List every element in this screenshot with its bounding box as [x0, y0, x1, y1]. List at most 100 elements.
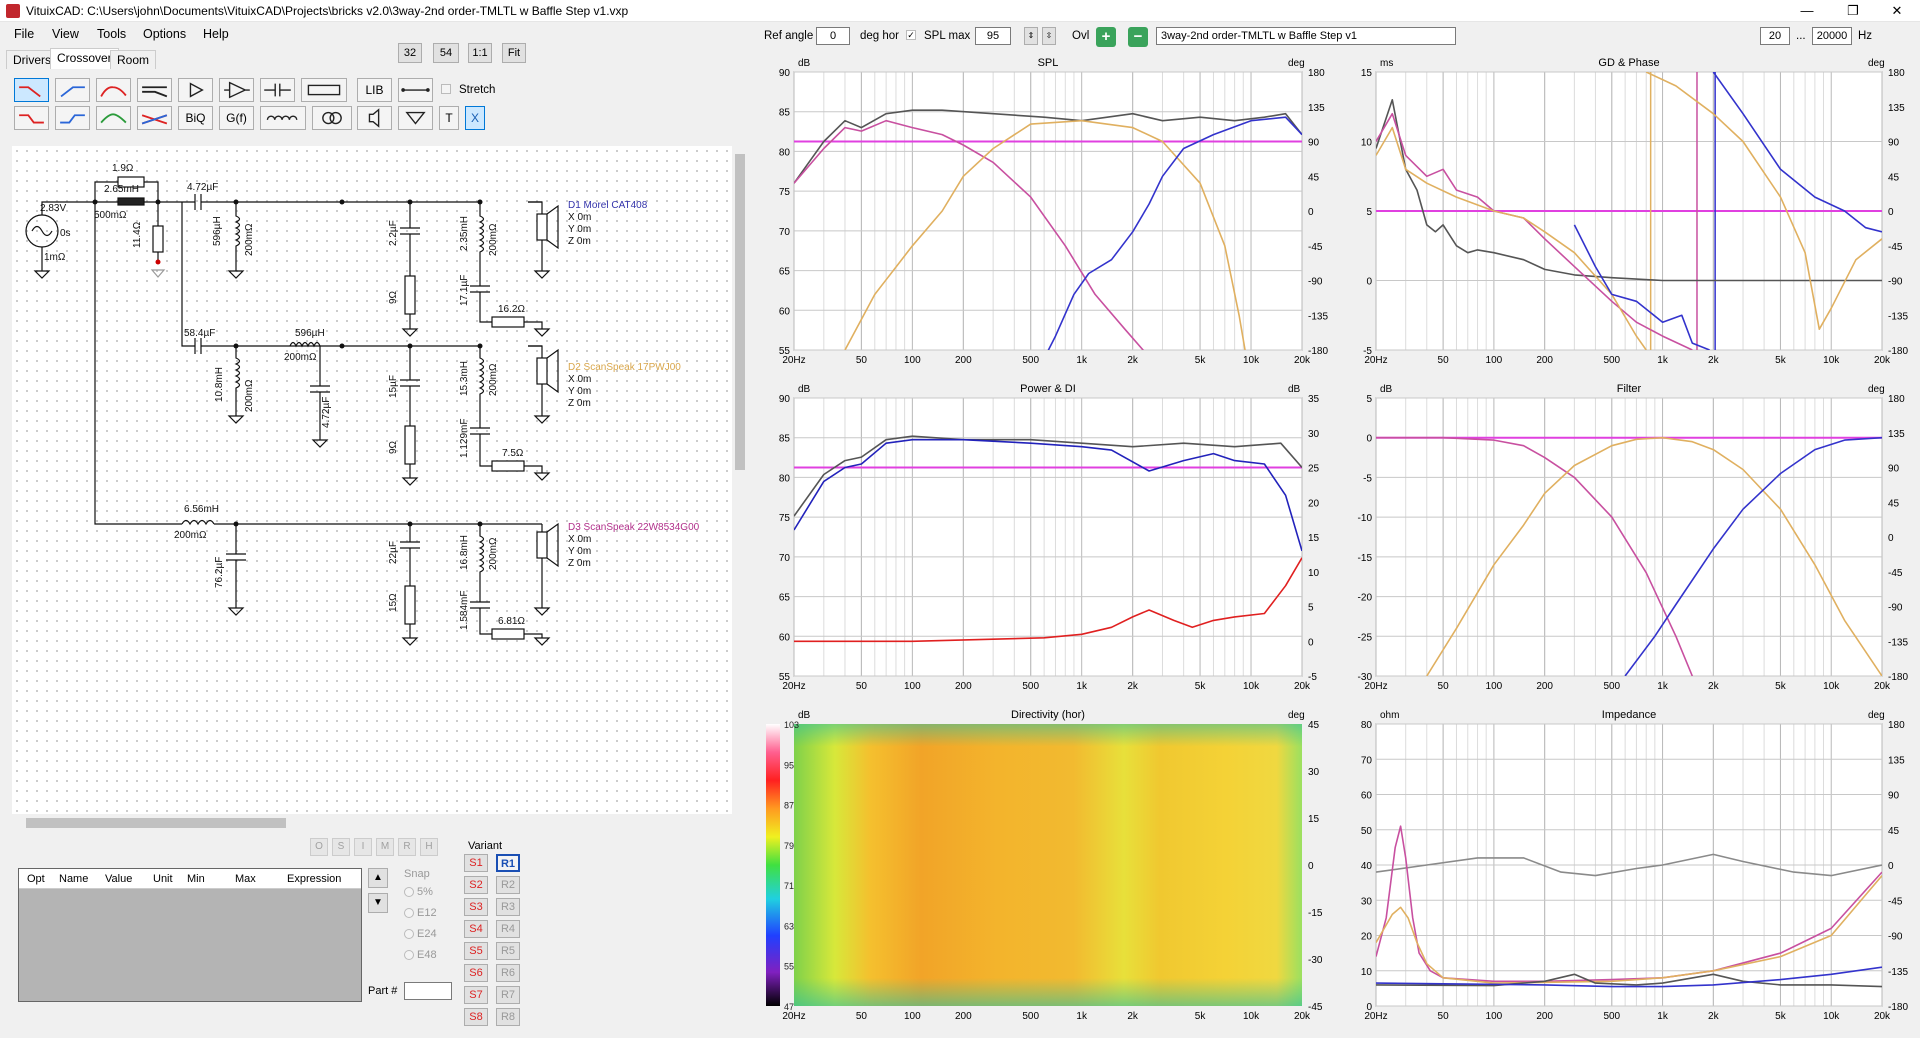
filter-chart[interactable]: Filter dB deg 5 0 -5 -10 -15 -20 -25 -30 180 135 90 45… [1342, 378, 1920, 700]
transformer-tool[interactable] [312, 106, 352, 130]
variant-s4[interactable]: S4 [464, 920, 488, 938]
variant-s8[interactable]: S8 [464, 1008, 488, 1026]
variant-r4[interactable]: R4 [496, 920, 520, 938]
snap-e48[interactable]: E48 [404, 949, 437, 961]
gd-phase-chart[interactable]: GD & Phase ms deg 15 10 5 0 -5 180 135 90 45 0 -45 -90… [1342, 52, 1920, 374]
power-di-chart[interactable]: Power & DI dB dB 90 85 80 75 70 65 60 55 35 30 25 20 15… [760, 378, 1340, 700]
ref-angle-input[interactable]: 0 [816, 27, 850, 45]
col-name[interactable]: Name [59, 873, 88, 885]
menu-options[interactable]: Options [143, 27, 186, 41]
zoom-fit-button[interactable]: Fit [502, 43, 526, 63]
spl-auto-button[interactable]: ⇳ [1042, 27, 1056, 45]
variant-s1[interactable]: S1 [464, 854, 488, 872]
wire-tool[interactable] [398, 78, 433, 102]
delete-tool[interactable]: X [465, 106, 485, 130]
col-max[interactable]: Max [235, 873, 256, 885]
source-delay: 0s [60, 228, 71, 239]
ground-tool[interactable] [398, 106, 433, 130]
x-tick-label: 500 [1022, 681, 1039, 692]
menu-file[interactable]: File [14, 27, 34, 41]
freq-high-input[interactable]: 20000 [1812, 27, 1852, 45]
menu-tools[interactable]: Tools [97, 27, 126, 41]
y-tick-label: 80 [779, 473, 791, 484]
opt-m-button[interactable]: M [376, 838, 394, 856]
add-overlay-icon[interactable]: + [1096, 27, 1116, 47]
variant-s3[interactable]: S3 [464, 898, 488, 916]
directivity-chart[interactable]: Directivity (hor) dB deg 103 95 87 79 71 63 55 47 4… [760, 704, 1340, 1030]
spl-chart[interactable]: SPL dB deg 90 85 80 75 70 65 60 55 180 135 90 45 0 -45 -9… [760, 52, 1340, 374]
text-tool[interactable]: T [439, 106, 459, 130]
close-button[interactable]: ✕ [1874, 0, 1920, 22]
capacitor-tool[interactable] [260, 78, 295, 102]
bandpass-tool[interactable] [96, 78, 131, 102]
opt-i-button[interactable]: I [354, 838, 372, 856]
variant-s6[interactable]: S6 [464, 964, 488, 982]
buffer-tool[interactable] [178, 78, 213, 102]
biquad-tool[interactable]: BiQ [178, 106, 213, 130]
col-opt[interactable]: Opt [27, 873, 45, 885]
spl-max-checkbox[interactable]: ✓ [906, 30, 916, 40]
freq-low-input[interactable]: 20 [1760, 27, 1790, 45]
col-expression[interactable]: Expression [287, 873, 341, 885]
menu-help[interactable]: Help [203, 27, 229, 41]
variant-s2[interactable]: S2 [464, 876, 488, 894]
speaker-tool[interactable] [357, 106, 392, 130]
schematic-canvas[interactable]: 2.83V 0s 1mΩ 1.9Ω 2.65mH 500mΩ 11.4Ω 4.7… [12, 146, 732, 814]
driver-3-name: D3 ScanSpeak 22W8534G00 [568, 522, 700, 533]
opt-h-button[interactable]: H [420, 838, 438, 856]
allpass-tool[interactable] [137, 78, 172, 102]
x-tick-label: 1k [1657, 681, 1669, 692]
highpass-1st-tool[interactable] [55, 78, 90, 102]
variant-r3[interactable]: R3 [496, 898, 520, 916]
zoom-1to1-button[interactable]: 1:1 [468, 43, 492, 63]
snap-e12[interactable]: E12 [404, 907, 437, 919]
horizontal-scroll-thumb[interactable] [26, 818, 286, 828]
inductor-tool[interactable] [260, 106, 306, 130]
variant-r8[interactable]: R8 [496, 1008, 520, 1026]
impedance-chart[interactable]: Impedance ohm deg 80 70 60 50 40 30 20 10 0 180 135 90… [1342, 704, 1920, 1030]
variant-r1[interactable]: R1 [496, 854, 520, 872]
zoom-54-button[interactable]: 54 [433, 43, 459, 63]
variant-r2[interactable]: R2 [496, 876, 520, 894]
part-number-input[interactable] [404, 982, 452, 1000]
col-value[interactable]: Value [105, 873, 132, 885]
variant-s5[interactable]: S5 [464, 942, 488, 960]
opt-r-button[interactable]: R [398, 838, 416, 856]
lowpass-2nd-tool[interactable] [14, 106, 49, 130]
snap-e24[interactable]: E24 [404, 928, 437, 940]
opt-s-button[interactable]: S [332, 838, 350, 856]
optimizer-grid[interactable]: Opt Name Value Unit Min Max Expression [18, 868, 362, 1002]
project-name-input[interactable]: 3way-2nd order-TMLTL w Baffle Step v1 [1156, 27, 1456, 45]
lowpass-1st-tool[interactable] [14, 78, 49, 102]
spl-spin-button[interactable]: ⇕ [1024, 27, 1038, 45]
maximize-button[interactable]: ❐ [1830, 0, 1876, 22]
move-up-button[interactable]: ▲ [368, 868, 388, 888]
tab-room[interactable]: Room [110, 50, 157, 69]
minimize-button[interactable]: — [1784, 0, 1830, 22]
col-unit[interactable]: Unit [153, 873, 173, 885]
library-tool[interactable]: LIB [357, 78, 392, 102]
spl-max-input[interactable]: 95 [975, 27, 1011, 45]
opamp-tool[interactable] [219, 78, 254, 102]
notch-tool[interactable] [96, 106, 131, 130]
variant-s7[interactable]: S7 [464, 986, 488, 1004]
stretch-checkbox[interactable] [441, 84, 451, 94]
highpass-2nd-tool[interactable] [55, 106, 90, 130]
variant-r6[interactable]: R6 [496, 964, 520, 982]
col-min[interactable]: Min [187, 873, 205, 885]
schematic-vertical-scrollbar[interactable] [733, 140, 747, 816]
remove-overlay-icon[interactable]: − [1128, 27, 1148, 47]
snap-5-percent[interactable]: 5% [404, 886, 433, 898]
tab-crossover[interactable]: Crossover [50, 48, 119, 69]
schematic-horizontal-scrollbar[interactable] [12, 816, 732, 830]
opt-o-button[interactable]: O [310, 838, 328, 856]
gf-tool[interactable]: G(f) [219, 106, 254, 130]
variant-r7[interactable]: R7 [496, 986, 520, 1004]
vertical-scroll-thumb[interactable] [735, 154, 745, 470]
move-down-button[interactable]: ▼ [368, 893, 388, 913]
menu-view[interactable]: View [52, 27, 79, 41]
resistor-tool[interactable] [301, 78, 347, 102]
variant-r5[interactable]: R5 [496, 942, 520, 960]
crossover-tool[interactable] [137, 106, 172, 130]
zoom-32-button[interactable]: 32 [398, 43, 422, 63]
